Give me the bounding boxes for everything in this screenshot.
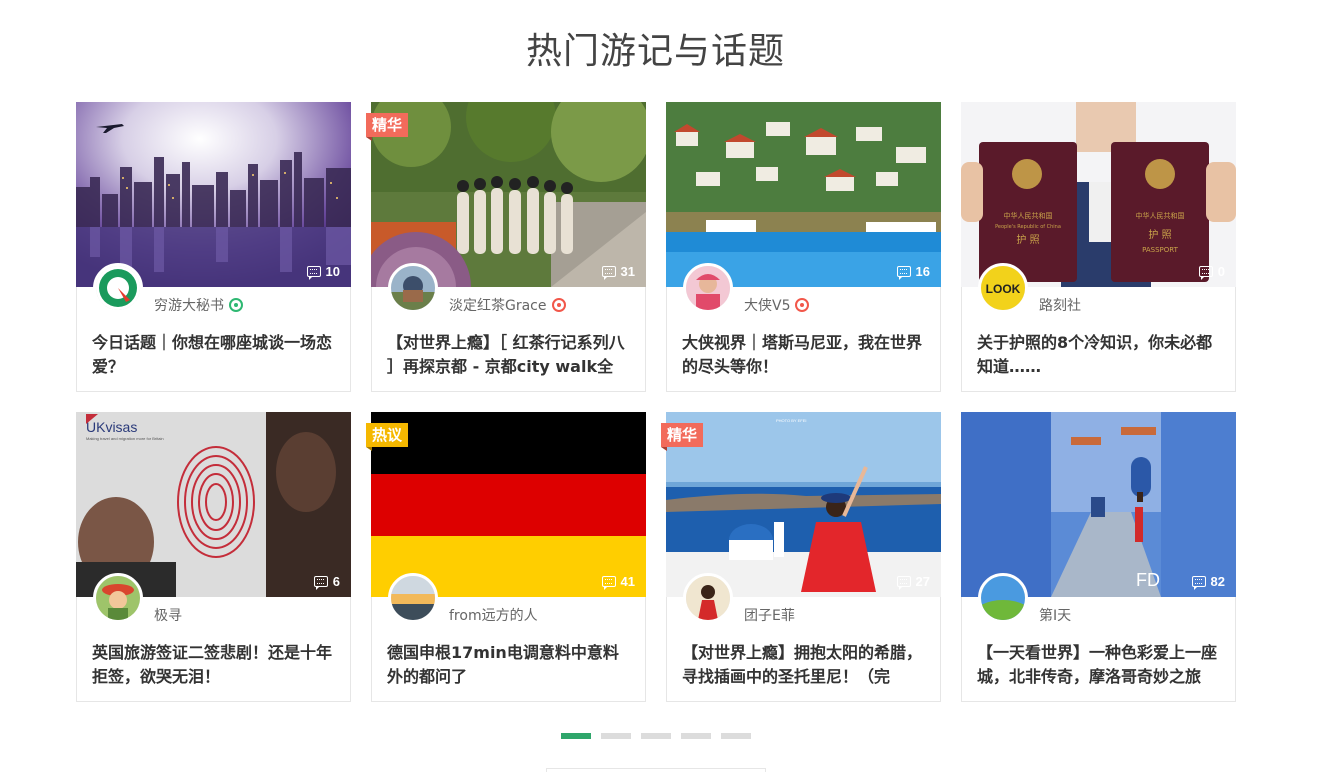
verified-badge-icon	[229, 298, 243, 312]
comment-icon	[313, 576, 328, 590]
card-title[interactable]: 德国申根17min电调意料中意料外的都问了	[387, 641, 632, 689]
svg-text:Making travel and migration mo: Making travel and migration more for Bri…	[86, 436, 164, 441]
author-avatar[interactable]	[388, 573, 438, 623]
author-name[interactable]: from远方的人	[449, 605, 538, 625]
featured-tag: 精华	[661, 423, 704, 451]
more-button-edge[interactable]	[546, 768, 766, 772]
verified-badge-icon	[551, 298, 566, 312]
card-grid: 10 穷游大秘书 今日话题｜你想在哪座城谈一场恋爱？ 精华 31 淡定红茶Gra…	[76, 102, 1236, 702]
author-name[interactable]: 淡定红茶Grace	[449, 295, 547, 315]
carousel-dot-1[interactable]	[561, 733, 591, 739]
card-cover-image[interactable]: FD	[961, 412, 1236, 597]
svg-text:PHOTO BY EFEI: PHOTO BY EFEI	[776, 418, 807, 423]
card-6[interactable]: 热议 41 from远方的人 德国申根17min电调意料中意料外的都问了	[366, 412, 646, 702]
section-title: 热门游记与话题	[525, 31, 785, 72]
carousel-dot-5[interactable]	[721, 733, 751, 739]
card-cover-image[interactable]: 中华人民共和国 People's Republic of China 护 照 中…	[961, 102, 1236, 287]
comment-icon	[601, 576, 616, 590]
card-title[interactable]: 大侠视界｜塔斯马尼亚，我在世界的尽头等你！	[682, 331, 927, 379]
passport-left: 中华人民共和国 People's Republic of China 护 照	[979, 142, 1077, 282]
card-cover-image[interactable]	[666, 102, 941, 287]
card-cover-image[interactable]: UKvisas Making travel and migration more…	[76, 412, 351, 597]
author-name[interactable]: 第I天	[1039, 605, 1071, 625]
card-title[interactable]: 英国旅游签证二签悲剧！还是十年拒签，欲哭无泪！	[92, 641, 337, 689]
svg-text:FD: FD	[1136, 570, 1160, 590]
author-info[interactable]: 第I天	[1039, 605, 1071, 625]
card-1[interactable]: 10 穷游大秘书 今日话题｜你想在哪座城谈一场恋爱？	[76, 102, 351, 392]
author-name[interactable]: 大侠V5	[744, 295, 790, 315]
card-cover-image[interactable]	[371, 412, 646, 597]
comment-icon	[1198, 266, 1213, 280]
comment-count: 82	[1191, 574, 1225, 590]
card-8[interactable]: FD 82 第I天 【一天看世界】一种色彩爱上一座城，北非传奇，摩洛哥奇妙之旅	[961, 412, 1236, 702]
author-avatar[interactable]	[388, 263, 438, 313]
card-title[interactable]: 今日话题｜你想在哪座城谈一场恋爱？	[92, 331, 337, 379]
comment-icon	[601, 266, 616, 280]
card-4[interactable]: 中华人民共和国 People's Republic of China 护 照 中…	[961, 102, 1236, 392]
card-2[interactable]: 精华 31 淡定红茶Grace 【对世界上瘾】［ 红茶行记系列八 ］再探京都 -…	[366, 102, 646, 392]
author-avatar[interactable]	[978, 573, 1028, 623]
comment-icon	[896, 266, 911, 280]
comment-count: 10	[306, 264, 340, 280]
carousel-dot-4[interactable]	[681, 733, 711, 739]
author-name[interactable]: 路刻社	[1039, 295, 1081, 315]
author-info[interactable]: 淡定红茶Grace	[449, 295, 566, 315]
author-name[interactable]: 团子E菲	[744, 605, 795, 625]
author-name[interactable]: 极寻	[154, 605, 182, 625]
svg-text:UKvisas: UKvisas	[86, 419, 137, 435]
author-info[interactable]: from远方的人	[449, 605, 538, 625]
comment-count: 16	[896, 264, 930, 280]
comment-count: 31	[601, 264, 635, 280]
hot-topic-tag: 热议	[366, 423, 409, 451]
author-avatar[interactable]	[683, 573, 733, 623]
comment-count: 27	[896, 574, 930, 590]
author-avatar[interactable]	[93, 263, 143, 313]
svg-text:护 照: 护 照	[1016, 233, 1039, 246]
author-name[interactable]: 穷游大秘书	[154, 295, 224, 315]
card-cover-image[interactable]	[371, 102, 646, 287]
author-avatar[interactable]	[683, 263, 733, 313]
comment-count: 0	[1198, 264, 1225, 280]
svg-text:People's Republic of China: People's Republic of China	[995, 224, 1061, 230]
passport-right: 中华人民共和国 护 照 PASSPORT	[1111, 142, 1209, 282]
card-cover-image[interactable]: PHOTO BY EFEI	[666, 412, 941, 597]
carousel-dot-2[interactable]	[601, 733, 631, 739]
svg-text:中华人民共和国: 中华人民共和国	[1004, 211, 1053, 220]
svg-text:PASSPORT: PASSPORT	[1142, 246, 1179, 254]
comment-count: 41	[601, 574, 635, 590]
author-avatar[interactable]	[93, 573, 143, 623]
author-info[interactable]: 穷游大秘书	[154, 295, 243, 315]
comment-icon	[896, 576, 911, 590]
comment-icon	[1191, 576, 1206, 590]
verified-badge-icon	[795, 298, 810, 312]
card-3[interactable]: 16 大侠V5 大侠视界｜塔斯马尼亚，我在世界的尽头等你！	[666, 102, 941, 392]
featured-tag: 精华	[366, 113, 409, 141]
card-title[interactable]: 关于护照的8个冷知识，你未必都知道……	[977, 331, 1222, 379]
card-title[interactable]: 【对世界上瘾】拥抱太阳的希腊，寻找插画中的圣托里尼！（完	[682, 641, 927, 689]
svg-text:护 照: 护 照	[1148, 228, 1171, 241]
author-info[interactable]: 团子E菲	[744, 605, 795, 625]
card-7[interactable]: 精华 PHOTO BY EFEI 27 团子E菲 【对世界上瘾】拥抱太阳的希腊，…	[661, 412, 941, 702]
card-title[interactable]: 【一天看世界】一种色彩爱上一座城，北非传奇，摩洛哥奇妙之旅	[977, 641, 1222, 689]
author-info[interactable]: 路刻社	[1039, 295, 1081, 315]
card-5[interactable]: UKvisas Making travel and migration more…	[76, 412, 351, 702]
card-title[interactable]: 【对世界上瘾】［ 红茶行记系列八 ］再探京都 - 京都city walk全	[387, 331, 632, 379]
author-avatar[interactable]: LOOK	[978, 263, 1028, 313]
comment-icon	[306, 266, 321, 280]
carousel-pagination	[561, 733, 751, 739]
author-info[interactable]: 大侠V5	[744, 295, 810, 315]
author-info[interactable]: 极寻	[154, 605, 182, 625]
svg-text:中华人民共和国: 中华人民共和国	[1136, 211, 1185, 220]
comment-count: 6	[313, 574, 340, 590]
svg-text:LOOK: LOOK	[986, 282, 1021, 296]
card-cover-image[interactable]	[76, 102, 351, 287]
carousel-dot-3[interactable]	[641, 733, 671, 739]
